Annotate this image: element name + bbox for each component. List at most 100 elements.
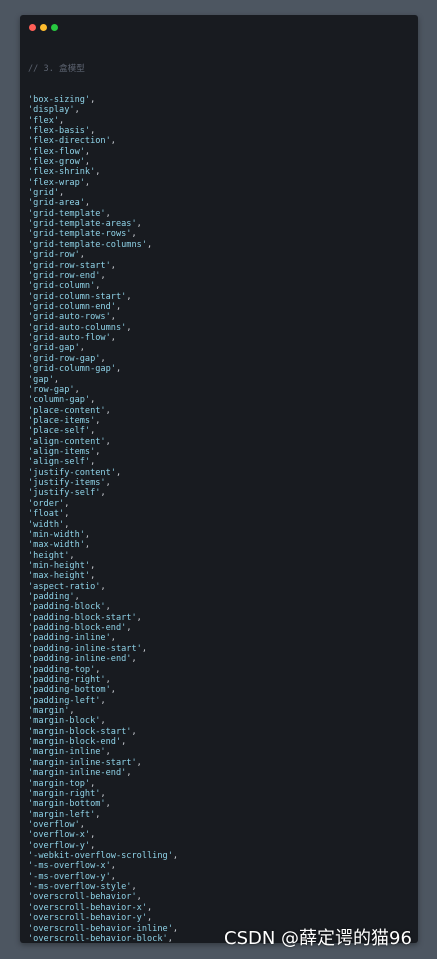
comma: , [115,301,122,312]
code-line: 'grid', [28,188,414,198]
string-literal: 'flex-flow' [28,146,85,157]
code-line: 'grid-column-start', [28,292,414,302]
comma: , [100,581,106,592]
string-literal: 'padding-block-end' [28,623,127,634]
string-literal: 'align-self' [28,457,91,468]
code-line: 'padding-inline', [28,633,414,643]
string-literal: 'margin-block' [28,716,101,727]
comma: , [95,415,101,426]
comma: , [64,509,70,520]
string-literal: 'margin-inline' [28,747,106,758]
code-line: 'box-sizing', [28,95,414,105]
code-line: 'justify-items', [28,478,414,488]
comma: , [105,208,111,219]
code-line: '-ms-overflow-style', [28,882,414,892]
code-line: 'aspect-ratio', [28,582,414,592]
code-line: 'overscroll-behavior', [28,892,414,902]
comma: , [84,177,91,188]
comma: , [136,892,142,903]
code-line: '-ms-overflow-y', [28,872,414,882]
code-line: 'align-items', [28,447,414,457]
code-line: 'grid-template-rows', [28,229,414,239]
string-literal: 'aspect-ratio' [28,581,101,592]
code-line: 'margin-block', [28,716,414,726]
comma: , [136,219,142,230]
code-line: 'flex-flow', [28,147,414,157]
string-literal: 'grid' [28,188,60,199]
string-literal: 'place-content' [28,405,106,416]
code-line: 'place-self', [28,426,414,436]
code-line: 'overscroll-behavior-x', [28,903,414,913]
comma: , [90,830,96,841]
string-literal: 'grid-area' [28,198,85,209]
comma: , [100,353,106,364]
code-line: 'padding-block-end', [28,623,414,633]
code-line: 'grid-row-gap', [28,354,414,364]
comma: , [147,913,153,924]
comma: , [126,291,132,302]
comma: , [131,229,137,240]
code-line: 'padding-left', [28,696,414,706]
string-literal: 'box-sizing' [28,94,91,105]
code-line: 'width', [28,520,414,530]
comma: , [131,726,137,737]
string-literal: 'grid-column-end' [28,301,116,312]
comma: , [59,188,65,199]
string-literal: 'grid-row-end' [28,270,101,281]
code-line: 'padding-block', [28,602,414,612]
string-literal: 'margin-bottom' [28,799,106,810]
string-literal: 'padding-bottom' [28,685,111,696]
code-line: 'padding-inline-end', [28,654,414,664]
comma: , [79,250,85,261]
code-line: 'margin-left', [28,810,414,820]
comma: , [141,643,148,654]
code-line: 'column-gap', [28,395,414,405]
string-literal: 'margin-block-end' [28,737,122,748]
code-line: 'order', [28,499,414,509]
comma: , [74,384,80,395]
code-line: 'display', [28,105,414,115]
comma: , [115,364,122,375]
code-line: 'margin-inline', [28,747,414,757]
comma: , [105,436,111,447]
code-line: 'margin-top', [28,779,414,789]
comma: , [110,871,116,882]
string-literal: 'margin' [28,706,70,716]
code-comment: // 3. 盒模型 [28,63,85,74]
comma: , [105,405,111,416]
string-literal: 'flex-shrink' [28,167,96,178]
string-literal: 'justify-content' [28,467,116,478]
string-literal: 'grid-row-start' [28,260,111,271]
string-literal: 'margin-top' [28,778,91,789]
string-literal: 'min-height' [28,560,91,571]
string-literal: 'padding-block-start' [28,612,137,623]
comma: , [147,902,153,913]
string-literal: 'justify-self' [28,488,101,499]
minimize-dot-icon[interactable] [40,24,47,31]
maximize-dot-icon[interactable] [51,24,58,31]
comma: , [110,685,116,696]
string-literal: 'grid-template-areas' [28,219,137,230]
code-line: 'overscroll-behavior-y', [28,913,414,923]
string-literal: 'padding-right' [28,674,106,685]
string-literal: 'margin-right' [28,788,101,799]
watermark: CSDN @薛定谔的猫96 [224,928,412,949]
code-line: 'overflow-x', [28,830,414,840]
comma: , [100,788,106,799]
comma: , [110,861,116,872]
string-literal: 'justify-items' [28,478,106,489]
code-line: 'align-content', [28,437,414,447]
string-literal: 'place-items' [28,415,96,426]
comma: , [90,426,96,437]
code-line: 'grid-template-columns', [28,240,414,250]
comma: , [90,94,96,105]
string-literal: 'grid-template-columns' [28,239,147,250]
close-dot-icon[interactable] [29,24,36,31]
string-literal: 'overflow' [28,819,80,830]
comma: , [69,550,75,561]
comma: , [95,281,101,292]
string-literal: 'padding-top' [28,664,96,675]
comma: , [84,146,91,157]
comma: , [136,612,142,623]
comma: , [95,809,101,820]
